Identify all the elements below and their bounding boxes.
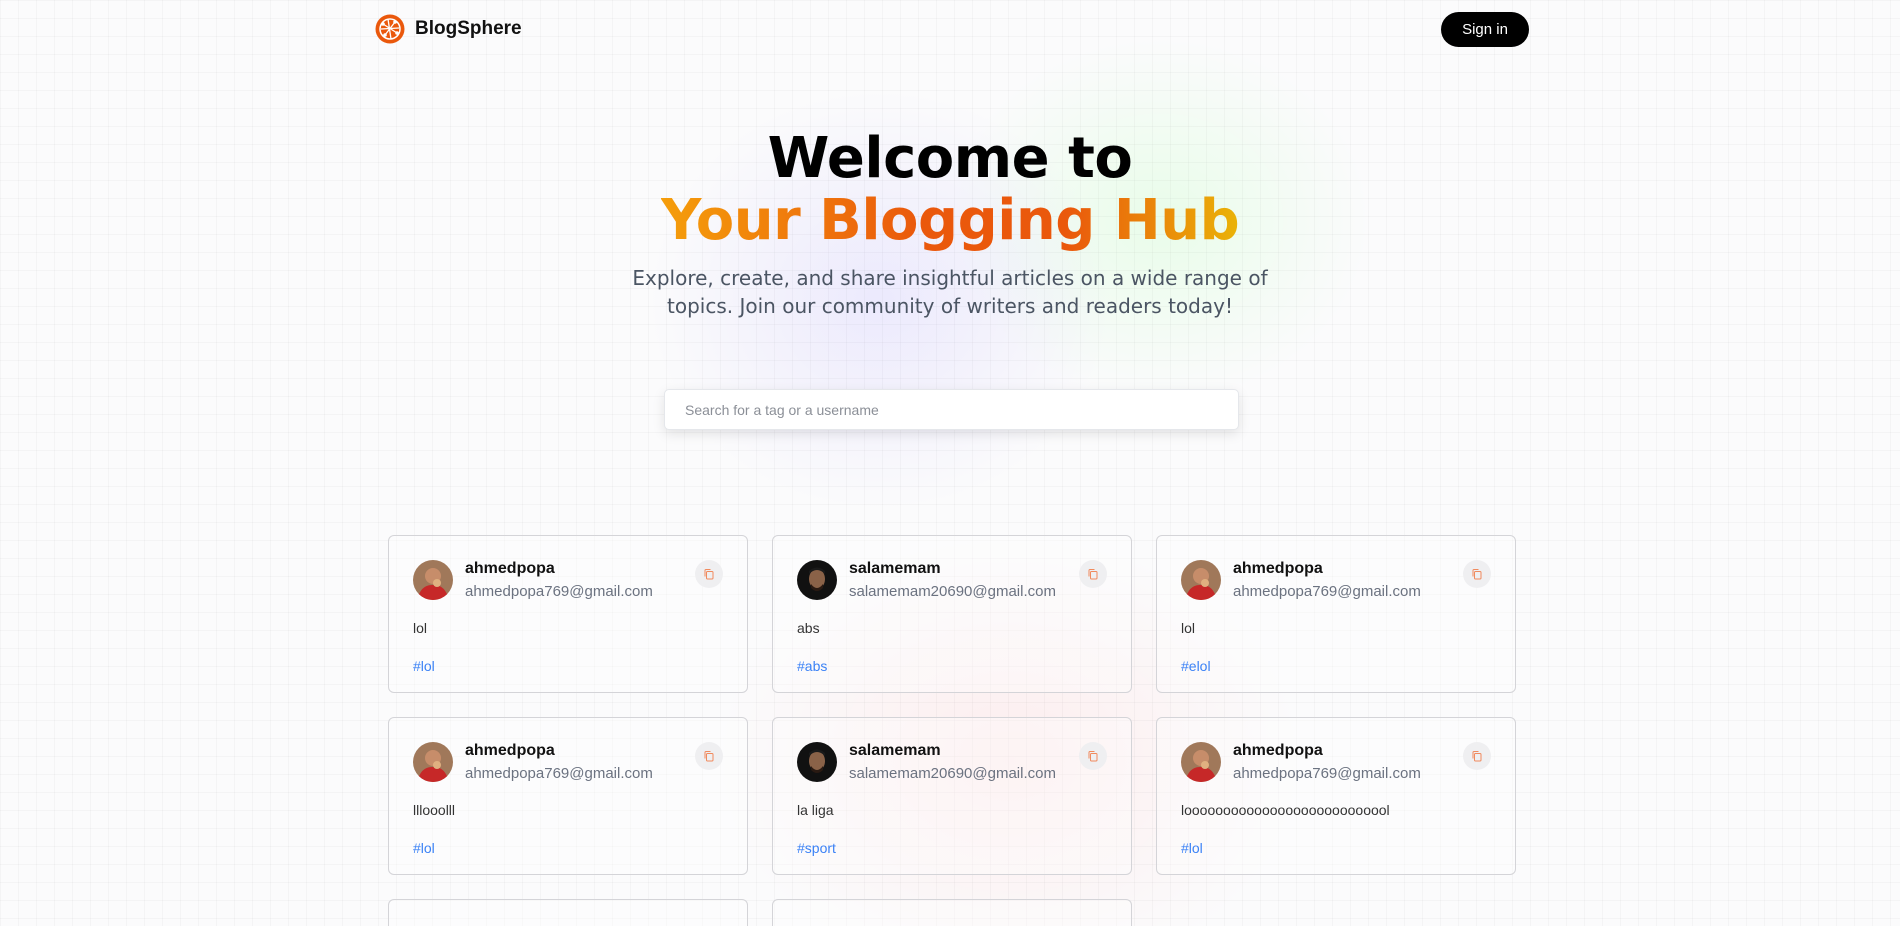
post-text: la liga (797, 802, 834, 818)
post-text: lol (1181, 620, 1196, 636)
post-card[interactable]: ahmedpopa ahmedpopa769@gmail.com llloool… (388, 717, 748, 875)
copy-button[interactable] (1079, 742, 1107, 770)
copy-button[interactable] (1463, 560, 1491, 588)
hero-section: Welcome to Your Blogging Hub Explore, cr… (0, 128, 1900, 320)
user-meta: ahmedpopa ahmedpopa769@gmail.com (1233, 743, 1421, 782)
user-meta: salamemam salamemam20690@gmail.com (849, 743, 1056, 782)
copy-icon (1088, 751, 1098, 762)
post-text: lllooolll (413, 802, 456, 818)
user-email: ahmedpopa769@gmail.com (1233, 583, 1421, 600)
username[interactable]: salamemam (849, 561, 1056, 577)
post-tag[interactable]: #lol (413, 840, 435, 856)
username[interactable]: ahmedpopa (465, 561, 653, 577)
brand-name: BlogSphere (415, 18, 522, 39)
post-card-grid: ahmedpopa ahmedpopa769@gmail.com lol #lo… (388, 535, 1517, 926)
search-input[interactable] (664, 389, 1239, 430)
user-email: salamemam20690@gmail.com (849, 583, 1056, 600)
post-card[interactable]: ahmedpopa ahmedpopa769@gmail.com lol #el… (1156, 535, 1516, 693)
post-card[interactable]: salamemam salamemam20690@gmail.com abs #… (772, 535, 1132, 693)
avatar (797, 742, 837, 782)
user-email: ahmedpopa769@gmail.com (465, 765, 653, 782)
card-header: ahmedpopa ahmedpopa769@gmail.com (1181, 742, 1491, 782)
post-card[interactable]: ahmedpopa ahmedpopa769@gmail.com loooooo… (1156, 717, 1516, 875)
hero-title-highlight: Your Blogging Hub (660, 188, 1240, 253)
hero-title: Welcome to (767, 126, 1133, 191)
top-navbar: BlogSphere Sign in (375, 11, 1529, 47)
post-card[interactable]: salamemam salamemam20690@gmail.com la li… (772, 717, 1132, 875)
post-card[interactable] (772, 899, 1132, 926)
username[interactable]: ahmedpopa (1233, 561, 1421, 577)
user-email: salamemam20690@gmail.com (849, 765, 1056, 782)
avatar (1181, 560, 1221, 600)
copy-button[interactable] (1079, 560, 1107, 588)
copy-button[interactable] (1463, 742, 1491, 770)
copy-icon (1472, 751, 1482, 762)
post-tag[interactable]: #lol (1181, 840, 1203, 856)
user-email: ahmedpopa769@gmail.com (465, 583, 653, 600)
brand[interactable]: BlogSphere (375, 14, 522, 44)
copy-icon (1472, 569, 1482, 580)
username[interactable]: ahmedpopa (1233, 743, 1421, 759)
post-text: abs (797, 620, 820, 636)
user-email: ahmedpopa769@gmail.com (1233, 765, 1421, 782)
post-card[interactable] (388, 899, 748, 926)
card-header: salamemam salamemam20690@gmail.com (797, 742, 1107, 782)
avatar (413, 742, 453, 782)
user-meta: ahmedpopa ahmedpopa769@gmail.com (465, 743, 653, 782)
copy-icon (704, 751, 714, 762)
page: BlogSphere Sign in Welcome to Your Blogg… (0, 0, 1900, 926)
avatar (1181, 742, 1221, 782)
username[interactable]: ahmedpopa (465, 743, 653, 759)
user-meta: ahmedpopa ahmedpopa769@gmail.com (465, 561, 653, 600)
post-card[interactable]: ahmedpopa ahmedpopa769@gmail.com lol #lo… (388, 535, 748, 693)
post-tag[interactable]: #sport (797, 840, 836, 856)
copy-button[interactable] (695, 560, 723, 588)
card-header: ahmedpopa ahmedpopa769@gmail.com (413, 742, 723, 782)
hero-subtitle: Explore, create, and share insightful ar… (632, 266, 1268, 318)
post-tag[interactable]: #abs (797, 658, 827, 674)
avatar (797, 560, 837, 600)
sign-in-button[interactable]: Sign in (1441, 11, 1529, 47)
card-header: salamemam salamemam20690@gmail.com (797, 560, 1107, 600)
copy-button[interactable] (695, 742, 723, 770)
user-meta: ahmedpopa ahmedpopa769@gmail.com (1233, 561, 1421, 600)
post-tag[interactable]: #elol (1181, 658, 1211, 674)
card-header: ahmedpopa ahmedpopa769@gmail.com (413, 560, 723, 600)
copy-icon (704, 569, 714, 580)
username[interactable]: salamemam (849, 743, 1056, 759)
avatar (413, 560, 453, 600)
post-text: looooooooooooooooooooooooool (1181, 802, 1390, 818)
search-bar (664, 389, 1239, 430)
globe-network-icon (375, 14, 405, 44)
post-text: lol (413, 620, 428, 636)
card-header: ahmedpopa ahmedpopa769@gmail.com (1181, 560, 1491, 600)
copy-icon (1088, 569, 1098, 580)
user-meta: salamemam salamemam20690@gmail.com (849, 561, 1056, 600)
post-tag[interactable]: #lol (413, 658, 435, 674)
